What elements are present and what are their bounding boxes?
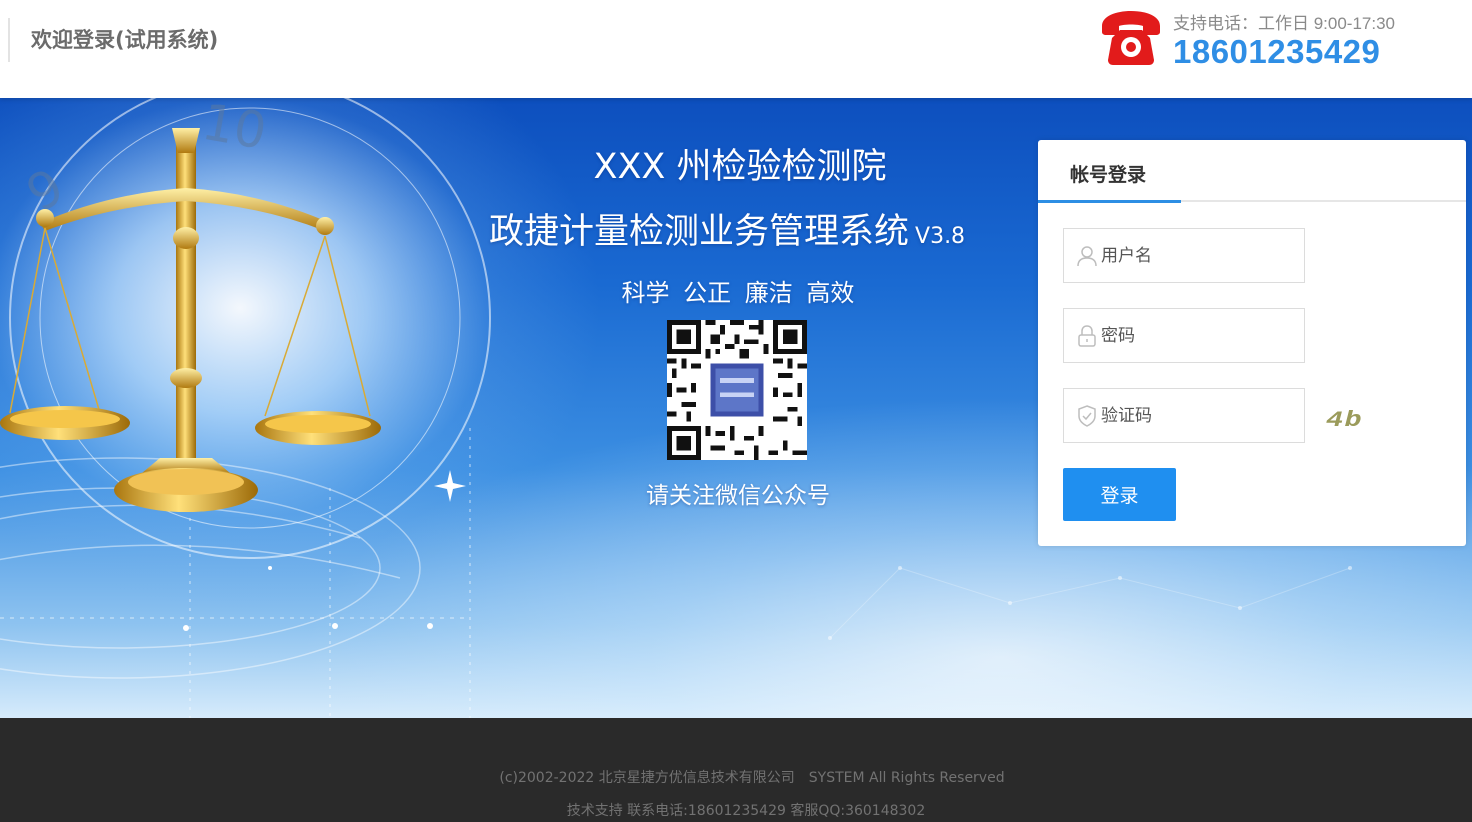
login-panel: 帐号登录 4b 登录 — [1038, 140, 1466, 546]
footer-support-contact: 技术支持 联系电话:18601235429 客服QQ:360148302 — [566, 803, 926, 819]
system-name: 政捷计量检测业务管理系统 — [489, 212, 910, 252]
username-input[interactable] — [1101, 229, 1299, 282]
tab-account-login[interactable]: 帐号登录 — [1038, 140, 1181, 203]
tab-account-login-label: 帐号登录 — [1070, 164, 1147, 186]
lock-icon — [1078, 325, 1096, 347]
footer-copyright: (c)2002-2022 北京星捷方优信息技术有限公司 SYSTEM All Ri… — [0, 767, 1472, 787]
institute-title: XXX 州检验检测院 — [593, 147, 887, 187]
qr-caption: 请关注微信公众号 — [646, 483, 830, 509]
telephone-icon — [1102, 11, 1160, 65]
login-tabs: 帐号登录 — [1038, 140, 1466, 203]
password-field — [1063, 308, 1305, 363]
captcha-field — [1063, 388, 1305, 443]
footer: (c)2002-2022 北京星捷方优信息技术有限公司 SYSTEM All Ri… — [0, 718, 1472, 822]
support-phone-number: 18601235429 — [1173, 33, 1381, 70]
top-header: 欢迎登录(试用系统) 支持电话：工作日 9:00-17:30 186012354… — [0, 0, 1472, 98]
svg-text:10: 10 — [198, 98, 271, 161]
welcome-title: 欢迎登录(试用系统) — [31, 28, 219, 52]
copyright-company: (c)2002-2022 北京星捷方优信息技术有限公司 — [499, 770, 795, 786]
password-input[interactable] — [1101, 309, 1299, 362]
slogan: 科学 公正 廉洁 高效 — [621, 279, 855, 307]
wechat-qr-code — [667, 320, 807, 460]
captcha-image[interactable]: 4b — [1326, 408, 1363, 433]
shield-check-icon — [1078, 405, 1096, 427]
login-button[interactable]: 登录 — [1063, 468, 1176, 521]
copyright-rights: SYSTEM All Rights Reserved — [808, 770, 1005, 786]
captcha-input[interactable] — [1101, 389, 1299, 442]
support-hours: 支持电话：工作日 9:00-17:30 — [1173, 14, 1396, 33]
user-icon — [1077, 246, 1097, 267]
header-divider — [8, 18, 10, 62]
username-field — [1063, 228, 1305, 283]
system-version: V3.8 — [915, 224, 966, 249]
system-title: 政捷计量检测业务管理系统 V3.8 — [489, 203, 965, 254]
globe-decoration — [0, 428, 471, 718]
